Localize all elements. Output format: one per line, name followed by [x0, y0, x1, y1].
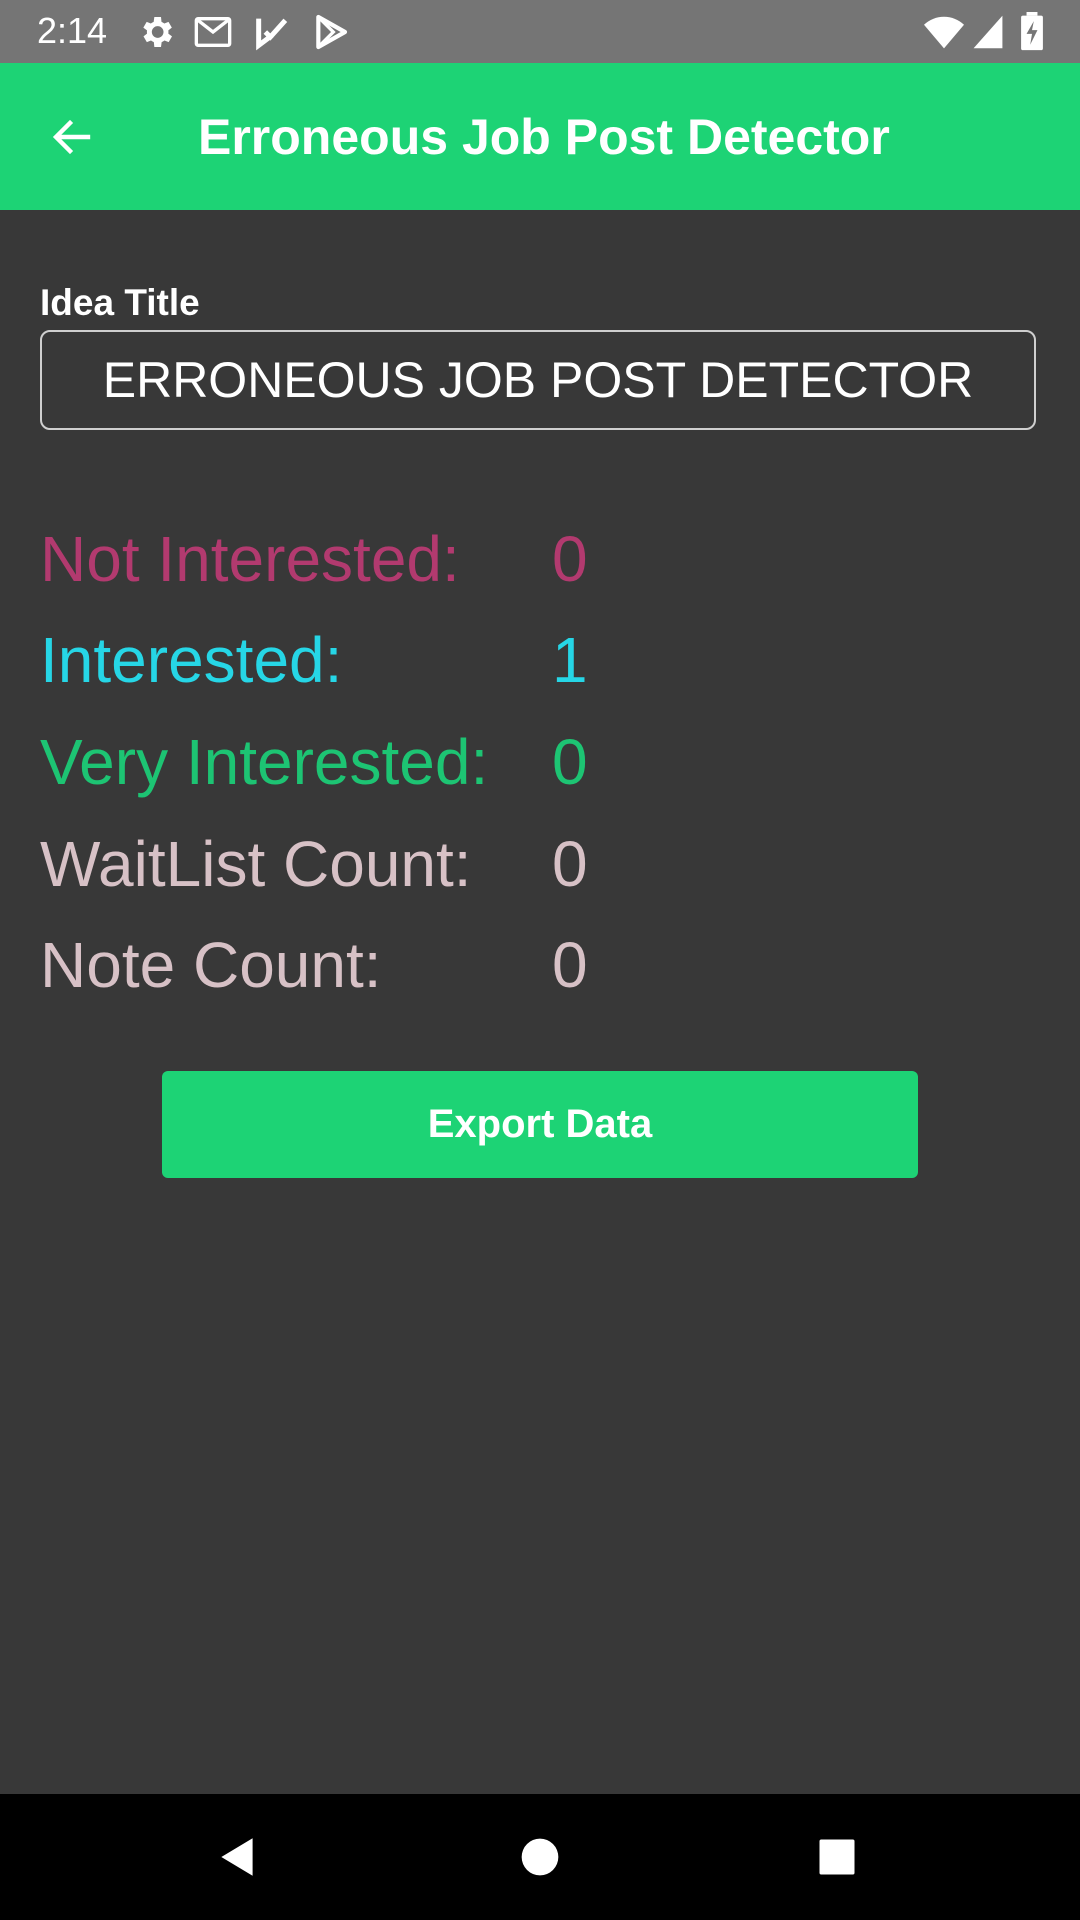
check-app-icon [252, 12, 292, 52]
stat-label: Note Count: [40, 929, 382, 1001]
stat-label: Very Interested: [40, 726, 489, 798]
nav-recents-icon [819, 1839, 855, 1875]
nav-home-button[interactable] [504, 1821, 576, 1893]
arrow-back-icon [52, 119, 91, 155]
app-bar: Erroneous Job Post Detector [0, 63, 1080, 210]
stat-label: Not Interested: [40, 523, 460, 595]
stat-row-interested: Interested: 1 [40, 620, 740, 700]
stat-value: 1 [552, 624, 588, 696]
stat-label: Interested: [40, 624, 343, 696]
nav-home-icon [521, 1838, 559, 1876]
play-store-icon [310, 12, 350, 52]
navigation-bar [0, 1794, 1080, 1920]
wifi-icon [922, 12, 964, 52]
stat-label: WaitList Count: [40, 828, 472, 900]
stat-row-very-interested: Very Interested: 0 [40, 722, 740, 802]
gmail-icon [193, 12, 233, 52]
stat-row-not-interested: Not Interested: 0 [40, 519, 740, 599]
stat-row-waitlist-count: WaitList Count: 0 [40, 824, 740, 904]
nav-recents-button[interactable] [801, 1821, 873, 1893]
stat-value: 0 [552, 523, 588, 595]
status-bar: 2:14 [0, 0, 1080, 63]
stat-value: 0 [552, 726, 588, 798]
status-time: 2:14 [37, 10, 108, 51]
cell-signal-icon [970, 12, 1010, 52]
battery-charging-icon [1018, 12, 1046, 52]
stat-value: 0 [552, 828, 588, 900]
export-data-button[interactable]: Export Data [162, 1071, 918, 1178]
app-title: Erroneous Job Post Detector [198, 109, 890, 165]
idea-title-label: Idea Title [40, 282, 200, 323]
stat-row-note-count: Note Count: 0 [40, 925, 740, 1005]
settings-icon [136, 12, 176, 52]
nav-back-button[interactable] [202, 1821, 274, 1893]
stat-value: 0 [552, 929, 588, 1001]
idea-title-input[interactable] [40, 330, 1036, 430]
nav-back-icon [221, 1838, 253, 1876]
back-button[interactable] [30, 95, 114, 179]
